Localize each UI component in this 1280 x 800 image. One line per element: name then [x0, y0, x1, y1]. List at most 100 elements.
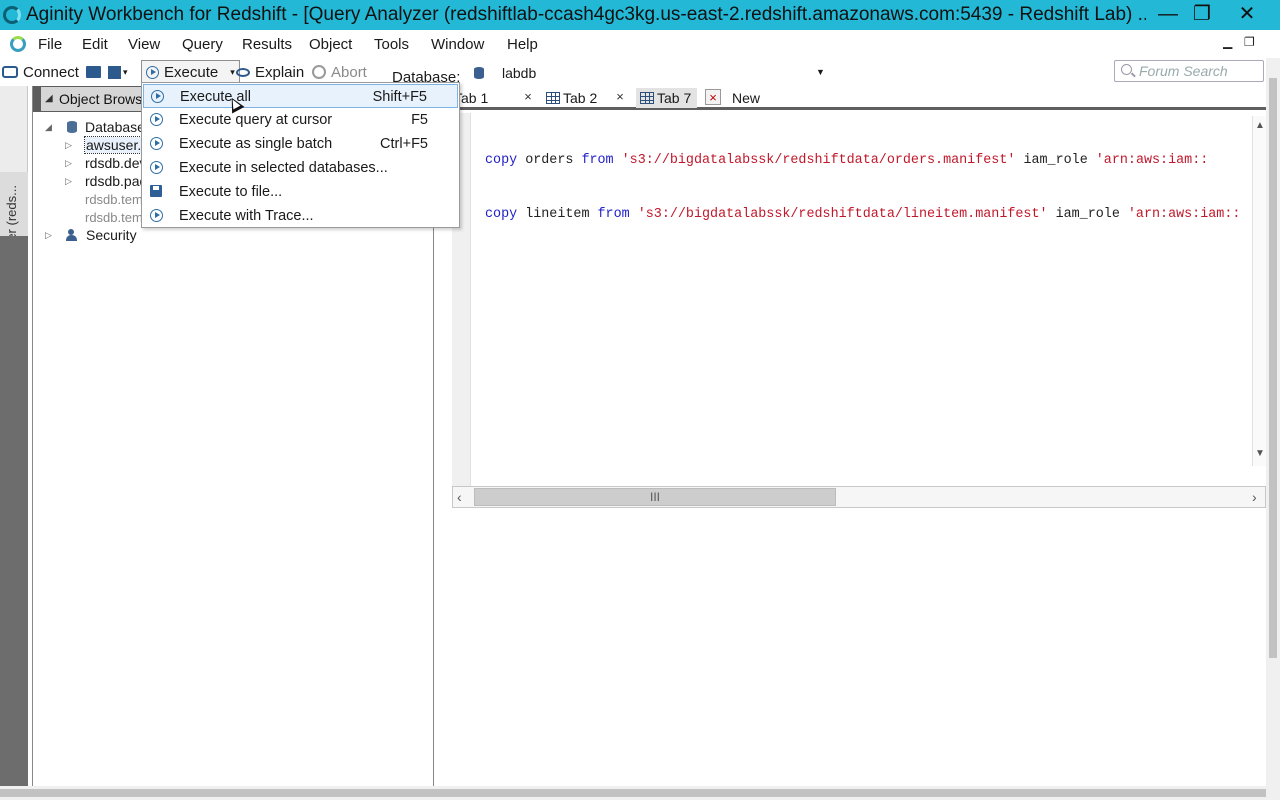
menu-item-label: Execute to file...	[179, 184, 283, 200]
connect-button[interactable]: Connect	[2, 62, 79, 82]
window-horizontal-scrollbar[interactable]	[0, 786, 1266, 800]
menu-item-label: Execute query at cursor	[179, 112, 333, 128]
menu-item-execute-all[interactable]: Execute all Shift+F5	[143, 84, 458, 108]
side-strip-background	[0, 236, 28, 786]
tab-2-label: Tab 2	[563, 90, 598, 106]
menu-item-label: Execute with Trace...	[179, 208, 314, 224]
window-vertical-scrollbar[interactable]	[1266, 58, 1280, 800]
menu-item-execute-query-at-cursor[interactable]: Execute query at cursor F5	[143, 108, 458, 132]
database-icon	[474, 67, 484, 79]
execute-label: Execute	[164, 63, 219, 81]
window-title: Aginity Workbench for Redshift - [Query …	[26, 4, 1146, 25]
execute-dropdown-menu: Execute all Shift+F5 Execute query at cu…	[141, 82, 460, 228]
save-disk-icon	[108, 65, 121, 79]
execute-trace-icon	[150, 209, 163, 222]
collapse-icon[interactable]: ◢	[45, 122, 57, 133]
expand-icon[interactable]: ▷	[65, 158, 77, 169]
execute-databases-icon	[150, 161, 163, 174]
menu-item-execute-to-file[interactable]: Execute to file...	[143, 180, 458, 204]
menu-view[interactable]: View	[128, 36, 160, 53]
search-icon	[1121, 64, 1132, 75]
editor-vertical-scrollbar[interactable]: ▲ ▼	[1252, 116, 1266, 466]
identifier: iam_role	[1015, 153, 1096, 168]
menu-help[interactable]: Help	[507, 36, 538, 53]
tree-node-label: Security	[86, 227, 137, 243]
forum-search-input[interactable]: Forum Search	[1114, 60, 1264, 82]
query-editor-area: Tab 1 × Tab 2 × Tab 7 × New copy orders …	[434, 86, 1280, 786]
save-dropdown-icon: ▾	[123, 66, 128, 77]
identifier: orders	[517, 153, 582, 168]
explain-button[interactable]: Explain	[236, 62, 304, 82]
execute-button[interactable]: Execute ▾	[141, 60, 240, 84]
tab-new[interactable]: New	[732, 88, 760, 108]
menu-window[interactable]: Window	[431, 36, 484, 53]
execute-batch-icon	[150, 137, 163, 150]
eye-icon	[236, 67, 250, 77]
restore-button[interactable]: ❐	[1180, 0, 1224, 30]
code-line: copy lineitem from 's3://bigdatalabssk/r…	[485, 206, 1251, 224]
abort-button[interactable]: Abort	[312, 62, 367, 82]
keyword: from	[581, 153, 614, 168]
folder-open-icon	[86, 66, 101, 78]
tab-7-label: Tab 7	[657, 90, 692, 106]
menu-query[interactable]: Query	[182, 36, 223, 53]
menu-item-shortcut: Ctrl+F5	[380, 136, 428, 152]
tab-7-close-icon[interactable]: ×	[705, 89, 721, 105]
execute-dropdown-icon[interactable]: ▾	[230, 67, 235, 78]
scroll-up-icon[interactable]: ▲	[1253, 120, 1267, 131]
connect-label: Connect	[23, 63, 79, 81]
tab-1-close-icon[interactable]: ×	[520, 89, 536, 105]
window-horizontal-thumb[interactable]	[0, 789, 1266, 797]
grid-icon	[640, 92, 654, 104]
menu-file[interactable]: File	[38, 36, 62, 53]
execute-icon	[146, 65, 159, 79]
title-bar: Aginity Workbench for Redshift - [Query …	[0, 0, 1280, 30]
keyword: from	[597, 207, 630, 222]
identifier: iam_role	[1047, 207, 1128, 222]
menu-item-execute-selected-databases[interactable]: Execute in selected databases...	[143, 156, 458, 180]
menu-bar: File Edit View Query Results Object Tool…	[0, 30, 1280, 58]
tree-node-security[interactable]: ▷ Security	[45, 226, 137, 244]
menu-results[interactable]: Results	[242, 36, 292, 53]
app-logo-icon	[3, 6, 21, 24]
scroll-down-icon[interactable]: ▼	[1253, 448, 1267, 459]
tab-2-close-icon[interactable]: ×	[612, 89, 628, 105]
editor-horizontal-scrollbar[interactable]: ‹ III ›	[452, 486, 1266, 508]
menu-item-execute-single-batch[interactable]: Execute as single batch Ctrl+F5	[143, 132, 458, 156]
tab-7[interactable]: Tab 7	[636, 88, 698, 108]
scroll-right-icon[interactable]: ›	[1252, 489, 1257, 505]
tab-2[interactable]: Tab 2	[546, 88, 597, 108]
scroll-left-icon[interactable]: ‹	[457, 489, 462, 505]
keyword: copy	[485, 207, 518, 222]
open-file-button[interactable]	[86, 62, 101, 82]
menu-edit[interactable]: Edit	[82, 36, 108, 53]
database-value: labdb	[502, 65, 537, 81]
menu-item-shortcut: F5	[411, 112, 428, 128]
menu-tools[interactable]: Tools	[374, 36, 409, 53]
pin-icon[interactable]: ◢	[45, 93, 53, 104]
menu-item-execute-with-trace[interactable]: Execute with Trace...	[143, 204, 458, 228]
database-select[interactable]: labdb ▼	[466, 62, 828, 84]
grid-icon	[546, 92, 560, 104]
expand-icon[interactable]: ▷	[45, 230, 57, 241]
sql-editor[interactable]: copy orders from 's3://bigdatalabssk/red…	[485, 116, 1251, 476]
document-minimize-button[interactable]: ▁	[1223, 35, 1232, 49]
expand-icon[interactable]: ▷	[65, 140, 77, 151]
explain-label: Explain	[255, 63, 305, 81]
tree-node-label: rdsdb.dev	[85, 155, 147, 171]
tree-node-rdsdb-dev[interactable]: ▷ rdsdb.dev	[65, 154, 146, 172]
horizontal-scroll-thumb[interactable]: III	[474, 488, 836, 506]
expand-icon[interactable]: ▷	[65, 176, 77, 187]
save-button[interactable]: ▾	[108, 62, 128, 82]
abort-label: Abort	[331, 63, 367, 81]
menu-object[interactable]: Object	[309, 36, 352, 53]
close-window-button[interactable]: ✕	[1225, 0, 1269, 30]
tree-node-databases[interactable]: ◢ Databases	[45, 118, 152, 136]
execute-cursor-icon	[150, 113, 163, 126]
window-vertical-thumb[interactable]	[1269, 78, 1277, 658]
app-menu-icon[interactable]	[10, 36, 26, 52]
query-tabs: Tab 1 × Tab 2 × Tab 7 × New	[434, 86, 1280, 110]
tab-new-label: New	[732, 90, 761, 106]
code-line: copy orders from 's3://bigdatalabssk/red…	[485, 152, 1251, 170]
document-restore-button[interactable]: ❐	[1244, 35, 1255, 49]
